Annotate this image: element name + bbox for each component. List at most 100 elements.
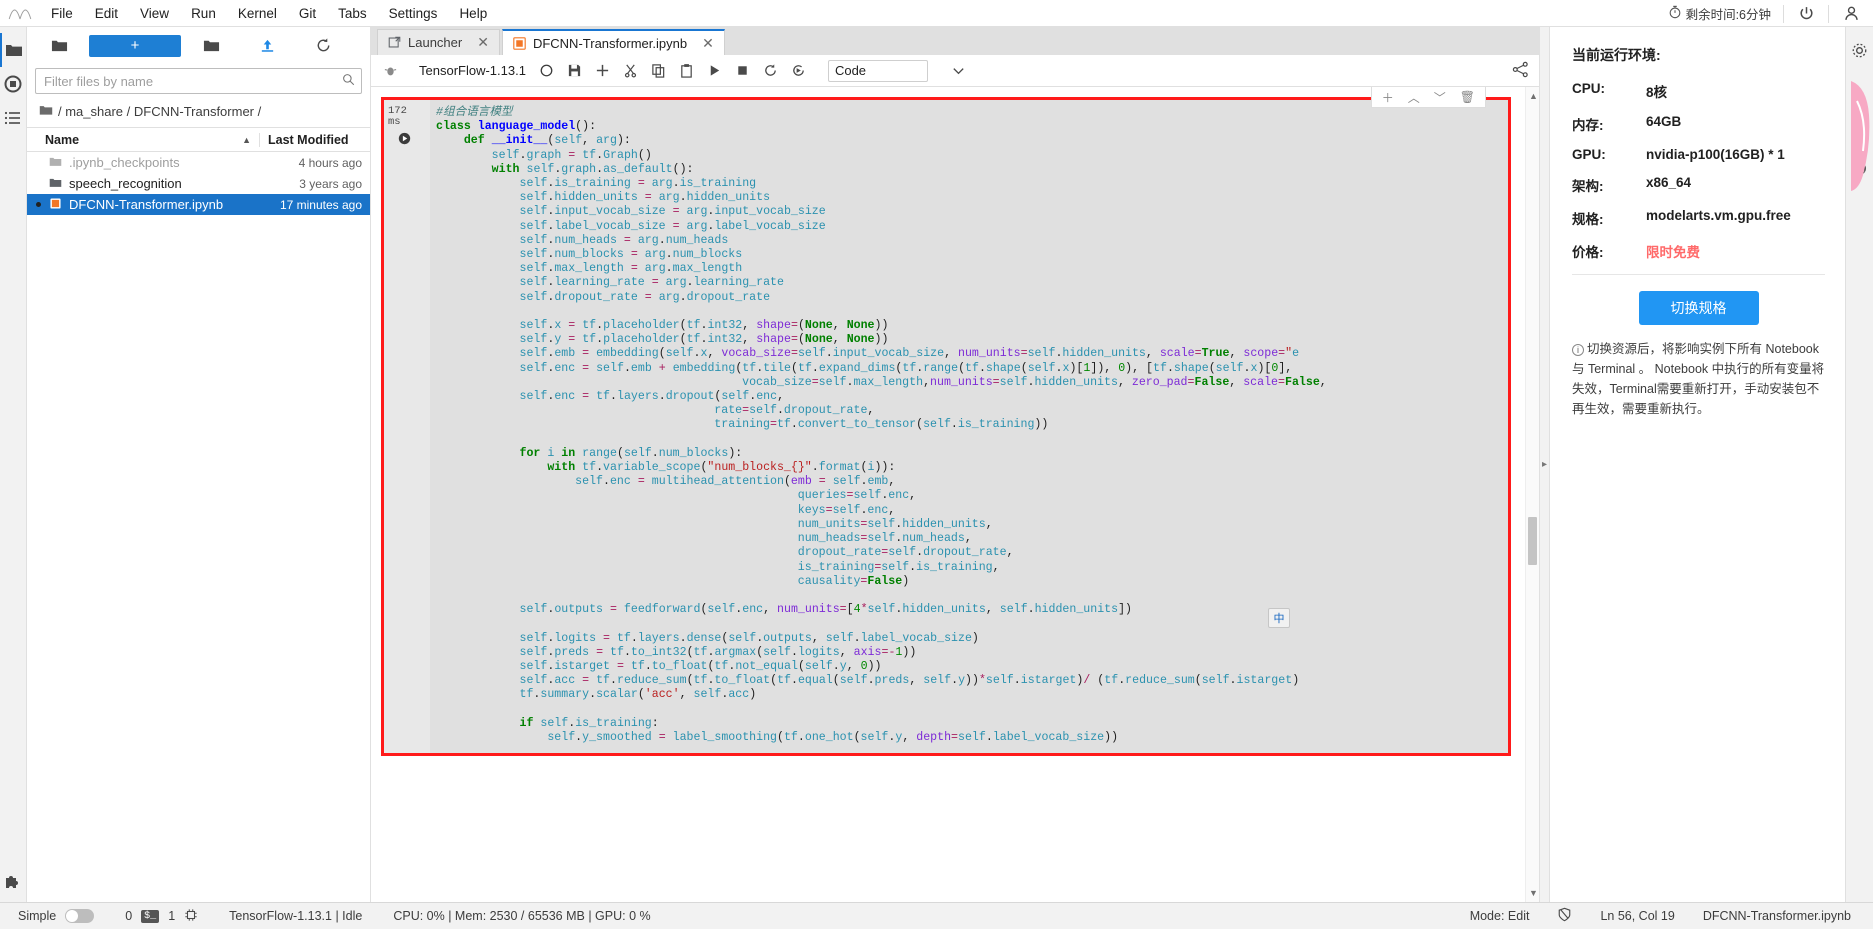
stop-icon[interactable] xyxy=(730,58,756,84)
tab-label: DFCNN-Transformer.ipynb xyxy=(532,35,688,51)
unsaved-dot-icon xyxy=(36,202,41,207)
toggle-knob xyxy=(66,910,79,922)
scroll-down-arrow-icon[interactable]: ▼ xyxy=(1529,888,1538,898)
column-header-modified[interactable]: Last Modified xyxy=(260,133,370,147)
session-timer: 剩余时间:6分钟 xyxy=(1656,4,1783,23)
breadcrumb[interactable]: / ma_share / DFCNN-Transformer / xyxy=(27,100,370,127)
copy-icon[interactable] xyxy=(646,58,672,84)
restart-kernel-icon[interactable] xyxy=(758,58,784,84)
active-file-name: DFCNN-Transformer.ipynb xyxy=(1702,909,1851,923)
play-circle-icon[interactable] xyxy=(398,132,430,148)
cell-type-select[interactable]: Code xyxy=(827,59,928,82)
status-bar-left: Simple 0 $_ 1 TensorFlow-1.13.1 | Idle C… xyxy=(0,908,651,925)
panel-collapse-handle[interactable]: ▸ xyxy=(1539,27,1549,902)
close-icon[interactable]: ✕ xyxy=(702,35,714,52)
tab-notebook[interactable]: DFCNN-Transformer.ipynb ✕ xyxy=(501,29,725,55)
code-cell-selected[interactable]: ＋ ︿ ﹀ 🗑 172 ms #组合语言模型 class language_mod… xyxy=(381,87,1511,757)
environment-note-text: 切换资源后，将影响实例下所有 Notebook 与 Terminal 。 Not… xyxy=(1572,342,1825,416)
cell-type-value: Code xyxy=(834,63,867,78)
kernel-idle-indicator-icon[interactable] xyxy=(534,58,560,84)
delete-icon[interactable]: 🗑 xyxy=(1460,90,1475,104)
spec-key: 架构: xyxy=(1572,179,1604,194)
file-modified-cell: 17 minutes ago xyxy=(279,197,362,212)
spec-key: CPU: xyxy=(1572,81,1605,96)
stopwatch-icon xyxy=(1668,5,1682,22)
filter-files-input[interactable] xyxy=(35,68,362,94)
cell-editor[interactable]: #组合语言模型 class language_model(): def __in… xyxy=(430,100,1508,754)
add-icon[interactable]: ＋ xyxy=(1382,89,1394,106)
menu-view[interactable]: View xyxy=(129,2,180,25)
notebook-scrollbar[interactable]: ▲ ▼ xyxy=(1525,87,1539,902)
new-folder-icon[interactable] xyxy=(185,33,237,59)
share-icon[interactable] xyxy=(1512,61,1529,81)
list-item[interactable]: speech_recognition 3 years ago xyxy=(27,173,370,194)
menu-item-list: File Edit View Run Kernel Git Tabs Setti… xyxy=(40,2,498,25)
list-item[interactable]: DFCNN-Transformer.ipynb 17 minutes ago xyxy=(27,194,370,215)
move-up-icon[interactable]: ︿ xyxy=(1408,89,1420,106)
file-name-label: DFCNN-Transformer.ipynb xyxy=(69,197,224,212)
sidebar-item-running[interactable] xyxy=(0,67,27,101)
menu-git[interactable]: Git xyxy=(288,2,327,25)
sidebar-item-files[interactable] xyxy=(0,33,27,67)
run-icon[interactable] xyxy=(702,58,728,84)
move-down-icon[interactable]: ﹀ xyxy=(1434,89,1446,106)
menu-settings[interactable]: Settings xyxy=(378,2,449,25)
breadcrumb-path: / ma_share / DFCNN-Transformer / xyxy=(58,104,262,119)
menu-help[interactable]: Help xyxy=(448,2,498,25)
user-icon[interactable] xyxy=(1829,0,1873,27)
list-item[interactable]: .ipynb_checkpoints 4 hours ago xyxy=(27,152,370,173)
spec-key: 规格: xyxy=(1572,212,1604,227)
cell-toolbar: ＋ ︿ ﹀ 🗑 xyxy=(1370,87,1486,108)
sidebar-item-toc[interactable] xyxy=(0,101,27,135)
kernel-status[interactable]: TensorFlow-1.13.1 | Idle xyxy=(229,909,362,923)
cut-icon[interactable] xyxy=(618,58,644,84)
no-trust-icon[interactable] xyxy=(1557,907,1572,925)
save-icon[interactable] xyxy=(562,58,588,84)
spec-row-gpu: GPU: nvidia-p100(16GB) * 1 xyxy=(1572,147,1825,162)
refresh-icon[interactable] xyxy=(297,33,349,59)
left-sidebar-rail xyxy=(0,27,27,902)
kernel-count: 1 xyxy=(168,909,176,923)
scroll-up-arrow-icon[interactable]: ▲ xyxy=(1529,91,1538,101)
terminal-icon[interactable]: $_ xyxy=(141,909,160,923)
menu-run[interactable]: Run xyxy=(180,2,227,25)
column-label-name: Name xyxy=(45,132,80,147)
timer-text: 剩余时间:6分钟 xyxy=(1685,8,1771,22)
notebook-cells: ＋ ︿ ﹀ 🗑 172 ms #组合语言模型 class language_mod… xyxy=(371,87,1525,902)
paste-icon[interactable] xyxy=(674,58,700,84)
bug-icon[interactable] xyxy=(377,58,403,84)
restart-run-all-icon[interactable] xyxy=(786,58,812,84)
chevron-down-icon[interactable] xyxy=(946,58,972,84)
app-body: + / ma_share / DFCNN-Transformer / xyxy=(0,27,1873,902)
menu-edit[interactable]: Edit xyxy=(84,2,129,25)
power-icon[interactable] xyxy=(1784,0,1828,27)
sort-ascending-icon: ▲ xyxy=(242,134,251,145)
spec-key: 内存: xyxy=(1572,118,1604,133)
sidebar-item-extensions[interactable] xyxy=(0,868,27,902)
spec-value: 64GB xyxy=(1646,114,1682,129)
spec-row-cpu: CPU: 8核 xyxy=(1572,81,1825,101)
environment-panel-title: 当前运行环境: xyxy=(1572,47,1661,63)
new-launcher-button[interactable]: + xyxy=(89,34,181,57)
settings-gear-icon[interactable] xyxy=(1846,33,1873,67)
simple-mode-toggle[interactable] xyxy=(65,909,95,923)
switch-spec-button[interactable]: 切换规格 xyxy=(1638,291,1759,325)
environment-panel: 当前运行环境: CPU: 8核 内存: 64GB GPU: nvidia-p10… xyxy=(1549,27,1845,902)
menu-file[interactable]: File xyxy=(40,2,84,25)
tab-bar: Launcher ✕ DFCNN-Transformer.ipynb ✕ xyxy=(371,27,1539,55)
menu-tabs[interactable]: Tabs xyxy=(327,2,378,25)
file-name-cell: .ipynb_checkpoints xyxy=(27,155,260,171)
spec-row-flavor: 规格: modelarts.vm.gpu.free xyxy=(1572,208,1825,228)
edit-mode-label: Mode: Edit xyxy=(1469,909,1530,923)
status-bar: Simple 0 $_ 1 TensorFlow-1.13.1 | Idle C… xyxy=(0,902,1873,929)
column-header-name[interactable]: Name ▲ xyxy=(27,132,260,147)
upload-icon[interactable] xyxy=(241,33,293,59)
menu-kernel[interactable]: Kernel xyxy=(227,2,288,25)
kernel-chip-icon[interactable] xyxy=(184,908,198,925)
spec-value: 限时免费 xyxy=(1646,245,1700,260)
tab-launcher[interactable]: Launcher ✕ xyxy=(377,29,500,55)
add-cell-icon[interactable] xyxy=(590,58,616,84)
kernel-label: TensorFlow-1.13.1 xyxy=(419,63,526,78)
scrollbar-thumb[interactable] xyxy=(1528,517,1537,565)
close-icon[interactable]: ✕ xyxy=(477,34,489,51)
